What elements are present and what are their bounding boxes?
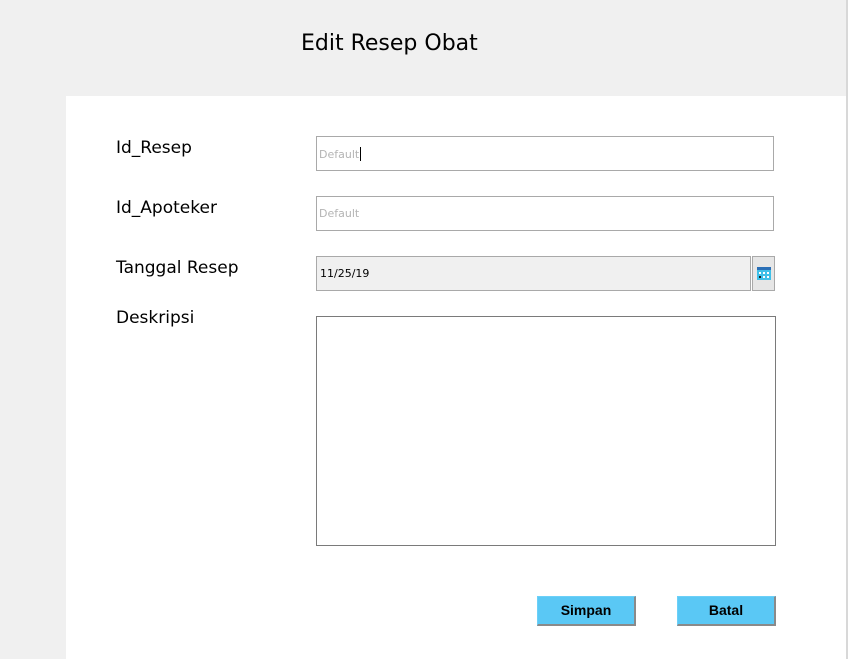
page-title: Edit Resep Obat xyxy=(301,31,478,56)
id-apoteker-placeholder: Default xyxy=(319,207,360,220)
edit-resep-window: Edit Resep Obat Id_Resep Default Id_Apot… xyxy=(0,0,848,659)
id-resep-placeholder: Default xyxy=(319,147,362,161)
calendar-icon xyxy=(757,267,771,280)
tanggal-resep-label: Tanggal Resep xyxy=(116,258,239,278)
id-resep-input[interactable]: Default xyxy=(316,136,774,171)
deskripsi-textarea[interactable] xyxy=(316,316,776,546)
id-resep-label: Id_Resep xyxy=(116,138,192,158)
simpan-button[interactable]: Simpan xyxy=(537,596,636,626)
deskripsi-label: Deskripsi xyxy=(116,308,195,328)
id-apoteker-label: Id_Apoteker xyxy=(116,198,217,218)
id-apoteker-input[interactable]: Default xyxy=(316,196,774,231)
text-caret xyxy=(360,147,362,161)
tanggal-resep-date-input[interactable]: 11/25/19 xyxy=(316,256,751,291)
batal-button[interactable]: Batal xyxy=(677,596,776,626)
tanggal-resep-value: 11/25/19 xyxy=(320,267,370,280)
date-picker-button[interactable] xyxy=(752,256,775,291)
